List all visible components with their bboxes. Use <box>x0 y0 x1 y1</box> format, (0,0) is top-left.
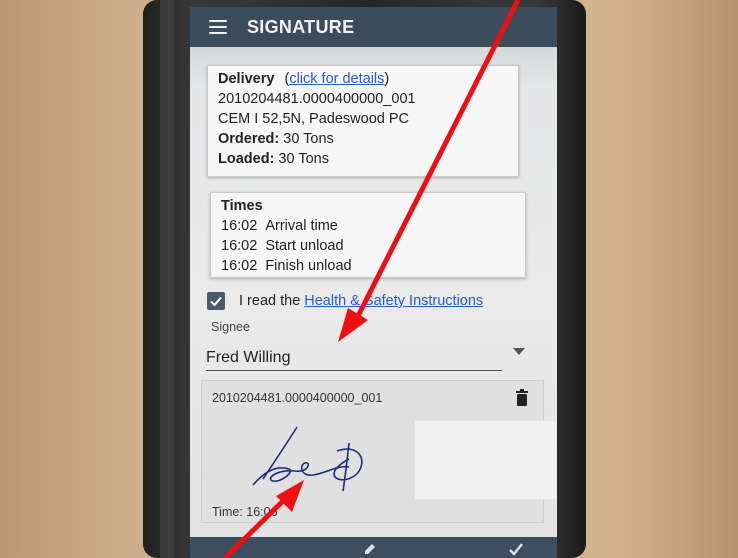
times-row: 16:02 Start unload <box>221 236 515 256</box>
signature-drawing[interactable] <box>237 421 377 495</box>
loaded-label: Loaded: <box>218 151 275 167</box>
signature-time-label: Time: <box>212 505 243 519</box>
times-row: 16:02 Arrival time <box>221 216 515 236</box>
app-bar: SIGNATURE <box>190 7 557 47</box>
health-safety-link[interactable]: Health & Safety Instructions <box>304 293 483 309</box>
signature-time-value: 16:06 <box>246 505 278 519</box>
times-heading: Times <box>221 198 263 214</box>
time-value: 16:02 <box>221 258 258 274</box>
delivery-card: Delivery (click for details) 2010204481.… <box>207 65 519 177</box>
ordered-value: 30 Tons <box>283 131 334 147</box>
page-title: SIGNATURE <box>247 16 355 37</box>
paren-close: ) <box>384 71 390 87</box>
signee-label: Signee <box>211 320 250 334</box>
phone-edge <box>160 0 174 558</box>
hamburger-icon[interactable] <box>209 20 227 34</box>
details-link[interactable]: click for details <box>289 71 384 87</box>
time-label: Start unload <box>265 238 344 254</box>
health-safety-text: I read the <box>239 293 301 309</box>
checkmark-icon[interactable] <box>508 541 524 557</box>
ordered-label: Ordered: <box>218 131 280 147</box>
trash-icon[interactable] <box>515 389 529 406</box>
delivery-product: CEM I 52,5N, Padeswood PC <box>218 111 410 127</box>
bottom-action-bar <box>190 537 557 558</box>
signature-time: Time: 16:06 <box>212 505 278 519</box>
redacted-area <box>415 421 556 499</box>
signature-id: 2010204481.0000400000_001 <box>212 391 383 405</box>
delivery-heading: Delivery <box>218 71 275 87</box>
time-value: 16:02 <box>221 238 258 254</box>
time-label: Arrival time <box>265 218 338 234</box>
edit-icon[interactable] <box>362 541 378 557</box>
checkbox-checked-icon[interactable] <box>207 292 225 310</box>
chevron-down-icon[interactable] <box>513 348 525 355</box>
phone-screen: SIGNATURE Delivery (click for details) 2… <box>190 7 557 558</box>
delivery-number: 2010204481.0000400000_001 <box>218 91 416 107</box>
times-row: 16:02 Finish unload <box>221 256 515 276</box>
loaded-value: 30 Tons <box>278 151 329 167</box>
time-value: 16:02 <box>221 218 258 234</box>
times-card: Times 16:02 Arrival time 16:02 Start unl… <box>210 192 526 278</box>
health-safety-row: I read the Health & Safety Instructions <box>207 290 483 312</box>
signee-field[interactable]: Fred Willing <box>206 347 502 371</box>
signature-panel: 2010204481.0000400000_001 Time: 16:06 <box>201 380 556 523</box>
time-label: Finish unload <box>265 258 352 274</box>
